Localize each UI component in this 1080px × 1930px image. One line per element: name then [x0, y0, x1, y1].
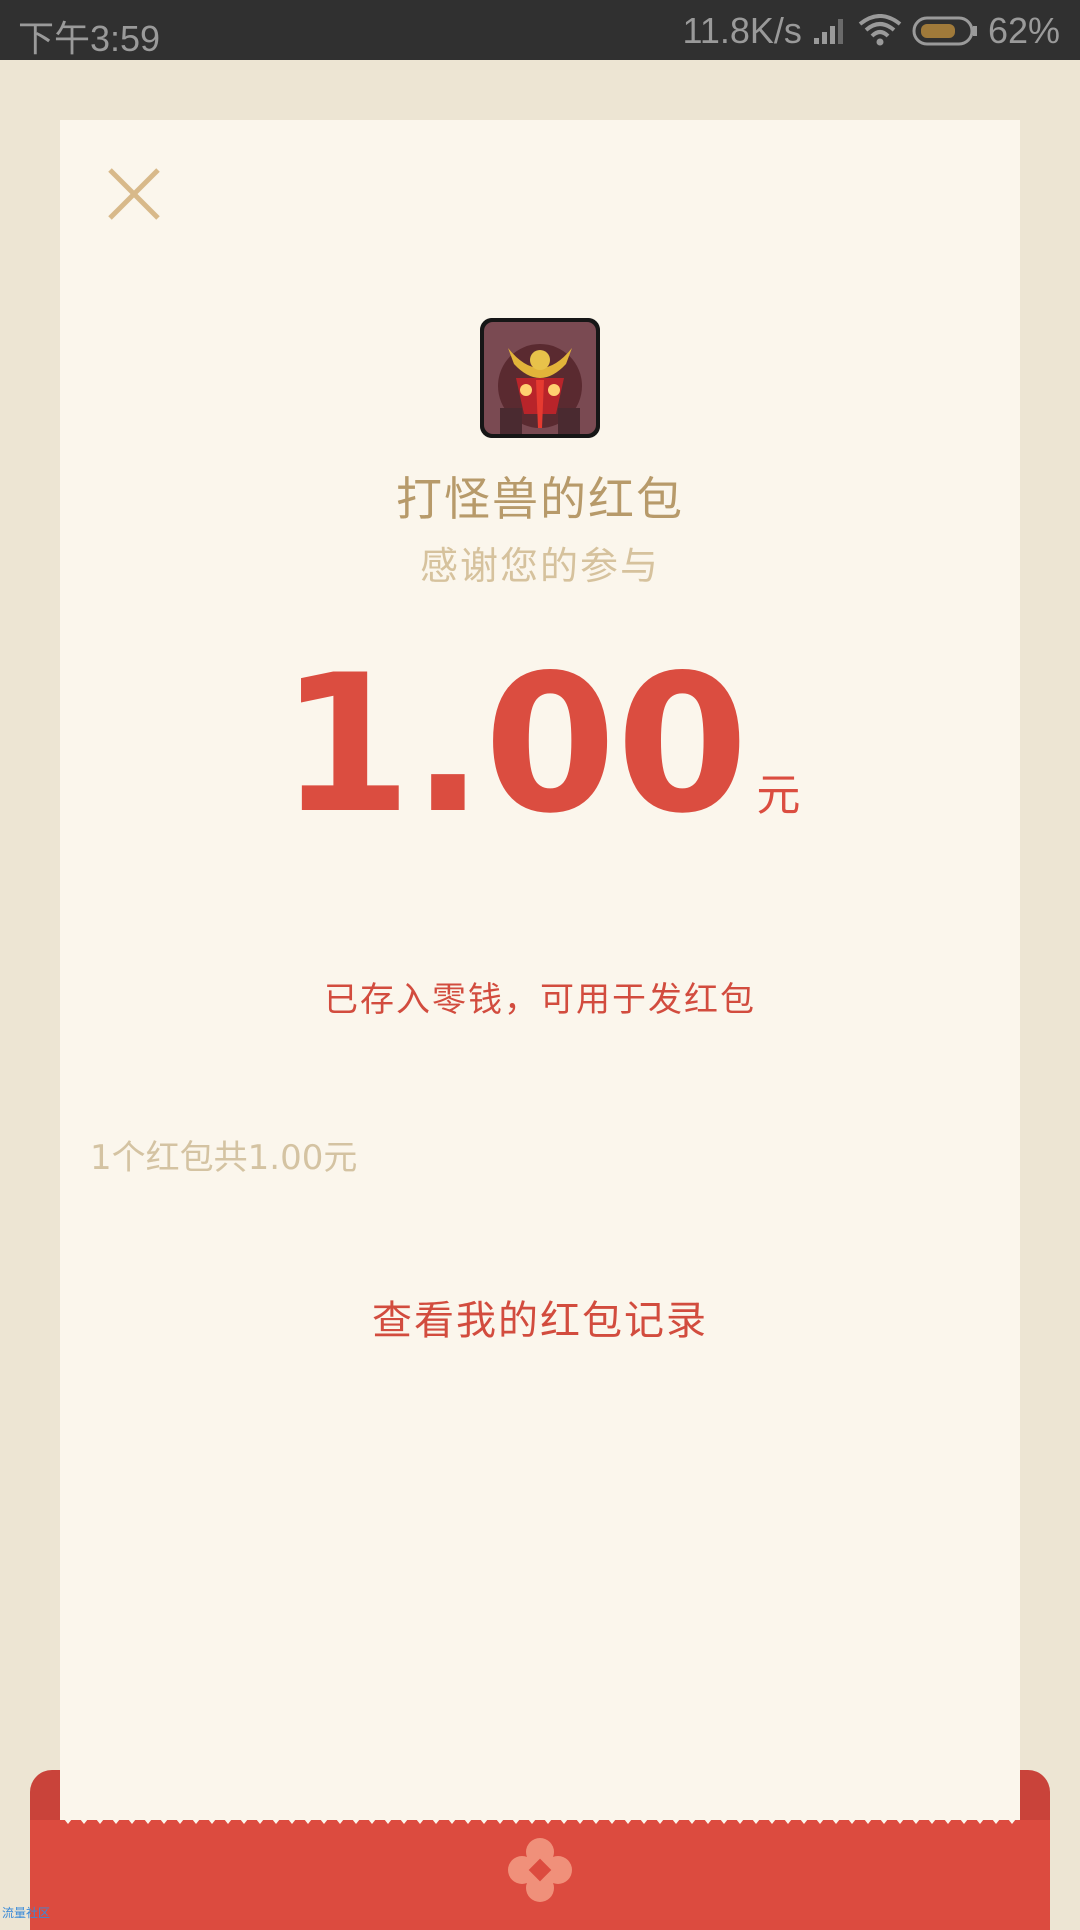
wifi-icon — [858, 14, 902, 48]
status-right: 11.8K/s 62% — [683, 10, 1060, 52]
amount-value: 1.00 — [279, 634, 749, 855]
status-time: 下午3:59 — [18, 18, 161, 59]
packet-title: 打怪兽的红包 — [396, 472, 684, 526]
monster-avatar — [480, 318, 600, 438]
zigzag-edge — [60, 1814, 1020, 1824]
close-button[interactable] — [98, 158, 170, 230]
watermark: 流量社区 — [2, 1906, 51, 1920]
signal-icon — [812, 16, 848, 46]
amount-row: 1.00 元 — [60, 650, 1020, 840]
network-speed: 11.8K/s — [682, 10, 802, 51]
red-packet-card: 打怪兽的红包 感谢您的参与 1.00 元 已存入零钱，可用于发红包 1个红包共1.… — [60, 120, 1020, 1830]
packet-subtitle: 感谢您的参与 — [419, 544, 660, 588]
amount-unit: 元 — [756, 770, 801, 821]
view-history-link[interactable]: 查看我的红包记录 — [60, 1288, 1020, 1346]
battery-icon — [912, 15, 978, 47]
packet-summary: 1个红包共1.00元 — [90, 1138, 358, 1178]
status-bar: 下午3:59 11.8K/s 62% — [0, 0, 1080, 60]
close-icon — [108, 168, 160, 220]
sender-avatar — [480, 318, 600, 438]
stored-note: 已存入零钱，可用于发红包 — [324, 980, 756, 1020]
battery-percent: 62% — [987, 10, 1060, 51]
flower-icon — [508, 1838, 572, 1902]
